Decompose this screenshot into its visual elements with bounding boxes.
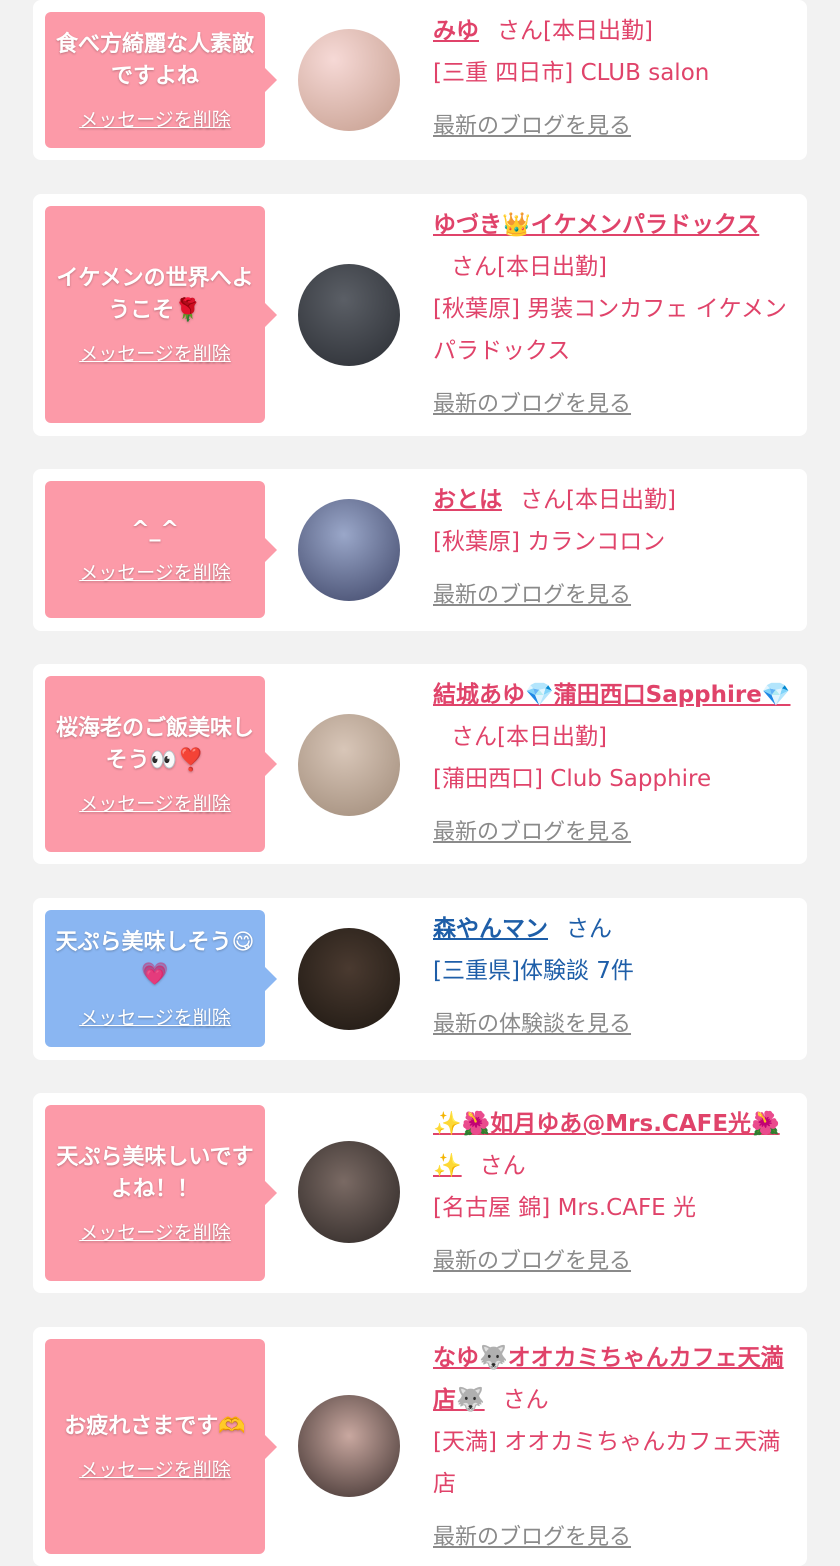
avatar[interactable] [298, 1141, 400, 1243]
profile-suffix: さん[本日出勤] [451, 724, 607, 750]
latest-experience-link[interactable]: 最新の体験談を見る [433, 1004, 631, 1046]
shop-info: [三重県]体験談 7件 [433, 958, 634, 984]
message-text: 天ぷら美味しいですよね！！ [56, 1144, 254, 1202]
avatar[interactable] [298, 1395, 400, 1497]
profile-info: みゆ さん[本日出勤] [三重 四日市] CLUB salon 最新のブログを見る [433, 10, 798, 148]
message-text: お疲れさまです🫶 [64, 1414, 246, 1439]
profile-suffix: さん [502, 1387, 549, 1413]
message-bubble: イケメンの世界へようこそ🌹 メッセージを削除 [45, 206, 277, 423]
avatar[interactable] [298, 499, 400, 601]
message-bubble: ^_^ メッセージを削除 [45, 481, 277, 618]
message-text: ^_^ [131, 517, 179, 542]
avatar[interactable] [298, 264, 400, 366]
delete-message-link[interactable]: メッセージを削除 [79, 1218, 231, 1245]
message-bubble: 桜海老のご飯美味しそう👀❣️ メッセージを削除 [45, 676, 277, 852]
avatar[interactable] [298, 714, 400, 816]
profile-name-link[interactable]: おとは [433, 487, 502, 513]
shop-info: [秋葉原] 男装コンカフェ イケメンパラドックス [433, 296, 787, 364]
message-text: 桜海老のご飯美味しそう👀❣️ [55, 715, 254, 773]
message-card: イケメンの世界へようこそ🌹 メッセージを削除 ゆづき👑イケメンパラドックスさん[… [33, 194, 807, 436]
latest-blog-link[interactable]: 最新のブログを見る [433, 812, 631, 854]
delete-message-link[interactable]: メッセージを削除 [79, 1003, 231, 1030]
message-bubble: 天ぷら美味しそう😋💗 メッセージを削除 [45, 910, 277, 1047]
delete-message-link[interactable]: メッセージを削除 [79, 789, 231, 816]
message-card: 桜海老のご飯美味しそう👀❣️ メッセージを削除 結城あゆ💎蒲田西口Sapphir… [33, 664, 807, 864]
message-card: お疲れさまです🫶 メッセージを削除 なゆ🐺オオカミちゃんカフェ天満店🐺 さん [天… [33, 1327, 807, 1566]
delete-message-link[interactable]: メッセージを削除 [79, 558, 231, 585]
message-list: 食べ方綺麗な人素敵ですよね メッセージを削除 みゆ さん[本日出勤] [三重 四日… [0, 0, 840, 1566]
latest-blog-link[interactable]: 最新のブログを見る [433, 1517, 631, 1559]
profile-info: 森やんマン さん [三重県]体験談 7件 最新の体験談を見る [433, 908, 798, 1046]
profile-name-link[interactable]: 結城あゆ💎蒲田西口Sapphire💎 [433, 682, 791, 708]
message-text: 天ぷら美味しそう😋💗 [55, 930, 255, 987]
delete-message-link[interactable]: メッセージを削除 [79, 339, 231, 366]
avatar[interactable] [298, 29, 400, 131]
message-card: ^_^ メッセージを削除 おとは さん[本日出勤] [秋葉原] カランコロン 最新… [33, 469, 807, 631]
shop-info: [秋葉原] カランコロン [433, 529, 666, 555]
profile-info: 結城あゆ💎蒲田西口Sapphire💎 さん[本日出勤] [蒲田西口] Club S… [433, 674, 798, 854]
profile-suffix: さん [566, 916, 612, 942]
profile-suffix: さん [479, 1153, 526, 1179]
message-bubble: 天ぷら美味しいですよね！！ メッセージを削除 [45, 1105, 277, 1281]
profile-info: ✨🌺如月ゆあ@Mrs.CAFE光🌺✨ さん [名古屋 錦] Mrs.CAFE 光 … [433, 1103, 798, 1283]
profile-suffix: さん[本日出勤] [451, 254, 607, 280]
message-card: 天ぷら美味しそう😋💗 メッセージを削除 森やんマン さん [三重県]体験談 7件 … [33, 898, 807, 1060]
profile-info: なゆ🐺オオカミちゃんカフェ天満店🐺 さん [天満] オオカミちゃんカフェ天満店 最… [433, 1337, 798, 1559]
profile-name-link[interactable]: ゆづき👑イケメンパラドックス [433, 212, 759, 238]
profile-name-link[interactable]: みゆ [433, 18, 479, 44]
shop-info: [天満] オオカミちゃんカフェ天満店 [433, 1429, 781, 1497]
message-text: イケメンの世界へようこそ🌹 [56, 266, 254, 323]
profile-suffix: さん[本日出勤] [520, 487, 676, 513]
profile-name-link[interactable]: なゆ🐺オオカミちゃんカフェ天満店🐺 [433, 1345, 784, 1413]
latest-blog-link[interactable]: 最新のブログを見る [433, 575, 631, 617]
shop-info: [名古屋 錦] Mrs.CAFE 光 [433, 1195, 697, 1221]
message-bubble: お疲れさまです🫶 メッセージを削除 [45, 1339, 277, 1554]
profile-info: おとは さん[本日出勤] [秋葉原] カランコロン 最新のブログを見る [433, 479, 798, 617]
profile-info: ゆづき👑イケメンパラドックスさん[本日出勤] [秋葉原] 男装コンカフェ イケメ… [433, 204, 798, 426]
profile-suffix: さん[本日出勤] [497, 18, 653, 44]
latest-blog-link[interactable]: 最新のブログを見る [433, 106, 631, 148]
message-card: 天ぷら美味しいですよね！！ メッセージを削除 ✨🌺如月ゆあ@Mrs.CAFE光🌺… [33, 1093, 807, 1293]
message-card: 食べ方綺麗な人素敵ですよね メッセージを削除 みゆ さん[本日出勤] [三重 四日… [33, 0, 807, 160]
shop-info: [蒲田西口] Club Sapphire [433, 766, 712, 792]
delete-message-link[interactable]: メッセージを削除 [79, 105, 231, 132]
latest-blog-link[interactable]: 最新のブログを見る [433, 1241, 631, 1283]
avatar[interactable] [298, 928, 400, 1030]
message-bubble: 食べ方綺麗な人素敵ですよね メッセージを削除 [45, 12, 277, 148]
shop-info: [三重 四日市] CLUB salon [433, 60, 710, 86]
profile-name-link[interactable]: 森やんマン [433, 916, 548, 942]
delete-message-link[interactable]: メッセージを削除 [79, 1455, 231, 1482]
latest-blog-link[interactable]: 最新のブログを見る [433, 384, 631, 426]
message-text: 食べ方綺麗な人素敵ですよね [55, 31, 254, 89]
